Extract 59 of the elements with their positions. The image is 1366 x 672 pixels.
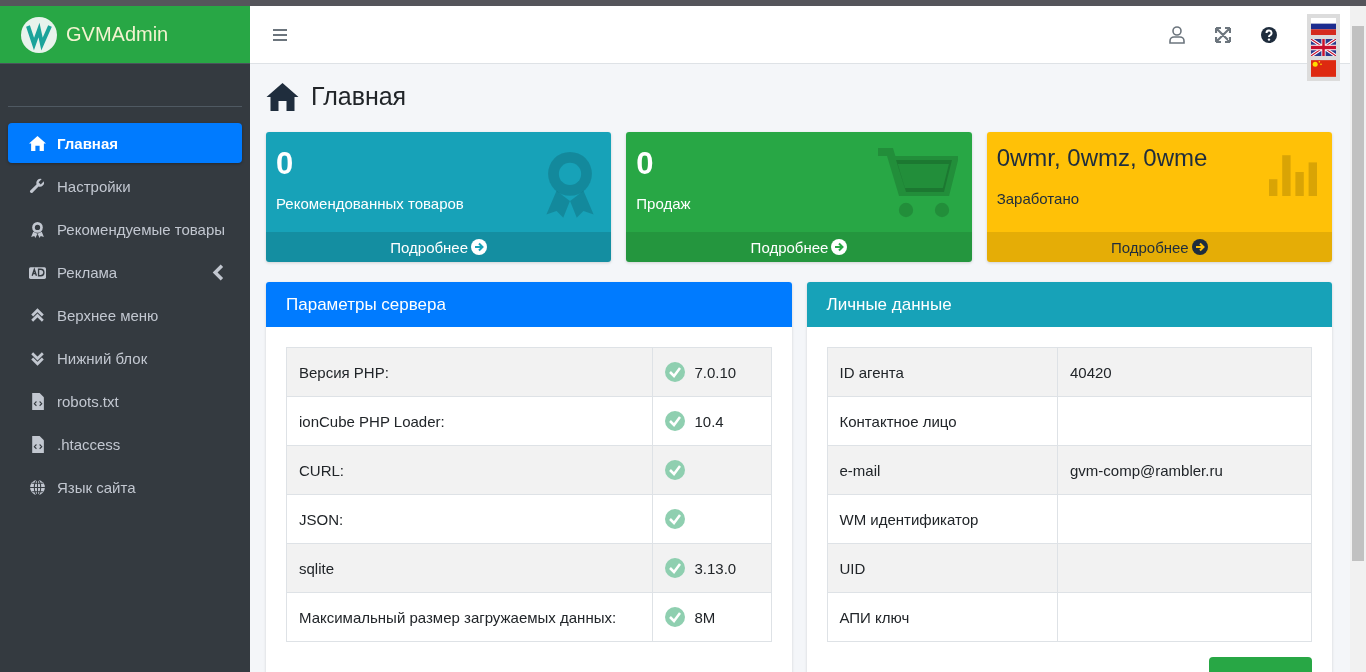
sidebar-item[interactable]: robots.txt [8,381,242,421]
table-cell: АПИ ключ [827,592,1058,642]
stat-label: Рекомендованных товаров [276,195,465,212]
stat-value: 0wmr, 0wmz, 0wme [996,144,1208,172]
wrench-icon [28,177,47,195]
double-chevron-up-icon [28,306,47,324]
table-cell: WM идентификатор [827,494,1058,544]
card-title: Параметры сервера [286,294,446,315]
value-text: 7.0.10 [694,363,737,381]
home-icon [28,134,47,152]
value-text: 10.4 [694,412,724,430]
brand-name: GVMAdmin [66,23,169,46]
arrow-circle-icon [831,239,848,255]
expand-icon[interactable] [1215,26,1231,43]
page-title: Главная [311,82,407,111]
arrow-circle-icon [1191,239,1208,255]
help-icon[interactable] [1261,26,1277,43]
logo-icon [20,15,58,54]
globe-icon [28,478,47,496]
home-icon [266,82,299,111]
stat-label: Заработано [996,190,1081,207]
more-info-link[interactable]: Подробнее [266,232,612,262]
chinese-flag-icon[interactable] [1311,60,1336,77]
british-flag-icon[interactable] [1311,39,1336,56]
stat-value: 0 [636,146,654,182]
value-text: 3.13.0 [694,559,737,577]
table-cell: ionCube PHP Loader: [286,396,652,446]
arrow-circle-icon [471,239,488,255]
sidebar-item[interactable]: Язык сайта [8,467,242,507]
table-cell: CURL: [286,445,652,495]
sidebar-item[interactable]: Реклама [8,252,242,292]
sidebar-item[interactable]: Рекомендуемые товары [8,209,242,249]
table-cell: e-mail [827,445,1058,495]
award-icon [28,220,47,238]
stat-value: 0 [276,146,294,182]
table-cell: Максимальный размер загружаемых данных: [286,592,652,642]
cart-icon [877,148,958,220]
table-cell: sqlite [286,543,652,593]
user-icon[interactable] [1169,25,1185,44]
sidebar-item[interactable]: Верхнее меню [8,295,242,335]
more-info-link[interactable]: Подробнее [626,232,972,262]
table-cell: Контактное лицо [827,396,1058,446]
sidebar-item[interactable]: Нижний блок [8,338,242,378]
card-title: Личные данные [826,294,952,315]
table-cell: gvm-comp@rambler.ru [1057,445,1312,495]
table-cell: JSON: [286,494,652,544]
sidebar-item[interactable]: Настройки [8,166,242,206]
sidebar-item[interactable]: .htaccess [8,424,242,464]
menu-icon[interactable] [272,27,288,42]
stat-label: Продаж [636,195,692,212]
table-cell: 40420 [1057,347,1312,397]
table-cell: UID [827,543,1058,593]
scrollbar[interactable] [1350,6,1366,672]
table-cell: ID агента [827,347,1058,397]
sidebar-item[interactable]: Главная [8,123,242,163]
value-text: 8M [694,608,716,626]
table-cell: Версия PHP: [286,347,652,397]
russian-flag-icon[interactable] [1311,18,1336,35]
more-info-link[interactable]: Подробнее [986,232,1332,262]
